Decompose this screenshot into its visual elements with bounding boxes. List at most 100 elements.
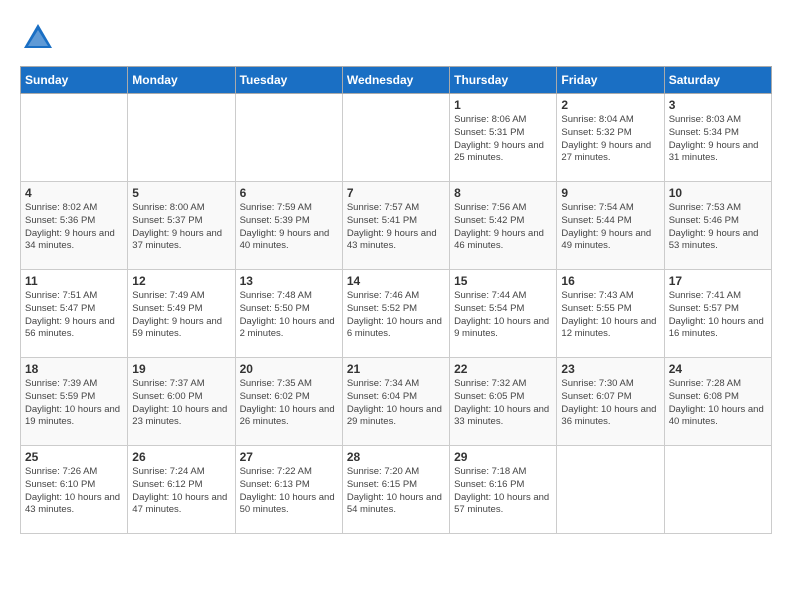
day-info: Sunrise: 7:41 AM Sunset: 5:57 PM Dayligh… bbox=[669, 290, 767, 341]
day-info: Sunrise: 8:02 AM Sunset: 5:36 PM Dayligh… bbox=[25, 202, 123, 253]
calendar-cell: 19 Sunrise: 7:37 AM Sunset: 6:00 PM Dayli… bbox=[128, 358, 235, 446]
calendar-cell: 17 Sunrise: 7:41 AM Sunset: 5:57 PM Dayli… bbox=[664, 270, 771, 358]
header-day: Wednesday bbox=[342, 67, 449, 94]
calendar-header: SundayMondayTuesdayWednesdayThursdayFrid… bbox=[21, 67, 772, 94]
calendar-cell: 28 Sunrise: 7:20 AM Sunset: 6:15 PM Dayli… bbox=[342, 446, 449, 534]
day-number: 27 bbox=[240, 450, 338, 464]
day-info: Sunrise: 8:06 AM Sunset: 5:31 PM Dayligh… bbox=[454, 114, 552, 165]
header-day: Thursday bbox=[450, 67, 557, 94]
day-info: Sunrise: 7:59 AM Sunset: 5:39 PM Dayligh… bbox=[240, 202, 338, 253]
calendar-cell: 13 Sunrise: 7:48 AM Sunset: 5:50 PM Dayli… bbox=[235, 270, 342, 358]
day-number: 4 bbox=[25, 186, 123, 200]
day-info: Sunrise: 7:20 AM Sunset: 6:15 PM Dayligh… bbox=[347, 466, 445, 517]
calendar-cell bbox=[21, 94, 128, 182]
day-info: Sunrise: 7:22 AM Sunset: 6:13 PM Dayligh… bbox=[240, 466, 338, 517]
day-info: Sunrise: 7:57 AM Sunset: 5:41 PM Dayligh… bbox=[347, 202, 445, 253]
day-number: 23 bbox=[561, 362, 659, 376]
day-info: Sunrise: 7:39 AM Sunset: 5:59 PM Dayligh… bbox=[25, 378, 123, 429]
day-number: 25 bbox=[25, 450, 123, 464]
day-info: Sunrise: 7:56 AM Sunset: 5:42 PM Dayligh… bbox=[454, 202, 552, 253]
header-row: SundayMondayTuesdayWednesdayThursdayFrid… bbox=[21, 67, 772, 94]
calendar-cell: 3 Sunrise: 8:03 AM Sunset: 5:34 PM Daylig… bbox=[664, 94, 771, 182]
header bbox=[20, 20, 772, 56]
day-number: 8 bbox=[454, 186, 552, 200]
header-day: Friday bbox=[557, 67, 664, 94]
calendar-cell: 23 Sunrise: 7:30 AM Sunset: 6:07 PM Dayli… bbox=[557, 358, 664, 446]
day-info: Sunrise: 7:48 AM Sunset: 5:50 PM Dayligh… bbox=[240, 290, 338, 341]
header-day: Monday bbox=[128, 67, 235, 94]
calendar-cell: 26 Sunrise: 7:24 AM Sunset: 6:12 PM Dayli… bbox=[128, 446, 235, 534]
calendar-cell: 8 Sunrise: 7:56 AM Sunset: 5:42 PM Daylig… bbox=[450, 182, 557, 270]
day-number: 22 bbox=[454, 362, 552, 376]
week-row: 1 Sunrise: 8:06 AM Sunset: 5:31 PM Daylig… bbox=[21, 94, 772, 182]
week-row: 25Sunrise: 7:26 AM Sunset: 6:10 PM Dayli… bbox=[21, 446, 772, 534]
day-number: 10 bbox=[669, 186, 767, 200]
calendar-cell bbox=[664, 446, 771, 534]
day-number: 19 bbox=[132, 362, 230, 376]
calendar-cell: 10 Sunrise: 7:53 AM Sunset: 5:46 PM Dayli… bbox=[664, 182, 771, 270]
calendar-cell: 20 Sunrise: 7:35 AM Sunset: 6:02 PM Dayli… bbox=[235, 358, 342, 446]
day-info: Sunrise: 7:34 AM Sunset: 6:04 PM Dayligh… bbox=[347, 378, 445, 429]
calendar-cell: 12 Sunrise: 7:49 AM Sunset: 5:49 PM Dayli… bbox=[128, 270, 235, 358]
day-number: 28 bbox=[347, 450, 445, 464]
day-number: 9 bbox=[561, 186, 659, 200]
day-info: Sunrise: 7:30 AM Sunset: 6:07 PM Dayligh… bbox=[561, 378, 659, 429]
day-number: 21 bbox=[347, 362, 445, 376]
calendar-cell bbox=[557, 446, 664, 534]
calendar-cell: 11 Sunrise: 7:51 AM Sunset: 5:47 PM Dayli… bbox=[21, 270, 128, 358]
calendar-cell: 2Sunrise: 8:04 AM Sunset: 5:32 PM Daylig… bbox=[557, 94, 664, 182]
logo-icon bbox=[20, 20, 56, 56]
calendar-body: 1 Sunrise: 8:06 AM Sunset: 5:31 PM Daylig… bbox=[21, 94, 772, 534]
calendar-cell: 6 Sunrise: 7:59 AM Sunset: 5:39 PM Daylig… bbox=[235, 182, 342, 270]
calendar-cell: 21 Sunrise: 7:34 AM Sunset: 6:04 PM Dayli… bbox=[342, 358, 449, 446]
day-number: 20 bbox=[240, 362, 338, 376]
calendar-cell: 22Sunrise: 7:32 AM Sunset: 6:05 PM Dayli… bbox=[450, 358, 557, 446]
day-number: 26 bbox=[132, 450, 230, 464]
calendar-cell: 15 Sunrise: 7:44 AM Sunset: 5:54 PM Dayli… bbox=[450, 270, 557, 358]
day-info: Sunrise: 7:53 AM Sunset: 5:46 PM Dayligh… bbox=[669, 202, 767, 253]
day-number: 12 bbox=[132, 274, 230, 288]
day-number: 2 bbox=[561, 98, 659, 112]
day-number: 3 bbox=[669, 98, 767, 112]
day-info: Sunrise: 7:18 AM Sunset: 6:16 PM Dayligh… bbox=[454, 466, 552, 517]
day-number: 17 bbox=[669, 274, 767, 288]
day-info: Sunrise: 7:37 AM Sunset: 6:00 PM Dayligh… bbox=[132, 378, 230, 429]
calendar-cell bbox=[128, 94, 235, 182]
day-info: Sunrise: 7:24 AM Sunset: 6:12 PM Dayligh… bbox=[132, 466, 230, 517]
calendar-cell: 9 Sunrise: 7:54 AM Sunset: 5:44 PM Daylig… bbox=[557, 182, 664, 270]
week-row: 11 Sunrise: 7:51 AM Sunset: 5:47 PM Dayli… bbox=[21, 270, 772, 358]
day-info: Sunrise: 7:51 AM Sunset: 5:47 PM Dayligh… bbox=[25, 290, 123, 341]
calendar-cell: 16Sunrise: 7:43 AM Sunset: 5:55 PM Dayli… bbox=[557, 270, 664, 358]
calendar-cell: 24Sunrise: 7:28 AM Sunset: 6:08 PM Dayli… bbox=[664, 358, 771, 446]
header-day: Saturday bbox=[664, 67, 771, 94]
day-number: 18 bbox=[25, 362, 123, 376]
day-number: 24 bbox=[669, 362, 767, 376]
day-number: 29 bbox=[454, 450, 552, 464]
calendar-cell bbox=[235, 94, 342, 182]
day-number: 11 bbox=[25, 274, 123, 288]
day-info: Sunrise: 7:43 AM Sunset: 5:55 PM Dayligh… bbox=[561, 290, 659, 341]
day-number: 5 bbox=[132, 186, 230, 200]
calendar-cell: 27 Sunrise: 7:22 AM Sunset: 6:13 PM Dayli… bbox=[235, 446, 342, 534]
header-day: Sunday bbox=[21, 67, 128, 94]
calendar-cell: 7Sunrise: 7:57 AM Sunset: 5:41 PM Daylig… bbox=[342, 182, 449, 270]
week-row: 18 Sunrise: 7:39 AM Sunset: 5:59 PM Dayli… bbox=[21, 358, 772, 446]
day-info: Sunrise: 7:49 AM Sunset: 5:49 PM Dayligh… bbox=[132, 290, 230, 341]
day-info: Sunrise: 7:54 AM Sunset: 5:44 PM Dayligh… bbox=[561, 202, 659, 253]
calendar-cell: 25Sunrise: 7:26 AM Sunset: 6:10 PM Dayli… bbox=[21, 446, 128, 534]
day-number: 6 bbox=[240, 186, 338, 200]
day-number: 13 bbox=[240, 274, 338, 288]
day-number: 15 bbox=[454, 274, 552, 288]
calendar-cell: 14Sunrise: 7:46 AM Sunset: 5:52 PM Dayli… bbox=[342, 270, 449, 358]
calendar-cell: 1 Sunrise: 8:06 AM Sunset: 5:31 PM Daylig… bbox=[450, 94, 557, 182]
day-info: Sunrise: 8:00 AM Sunset: 5:37 PM Dayligh… bbox=[132, 202, 230, 253]
calendar-cell: 29 Sunrise: 7:18 AM Sunset: 6:16 PM Dayli… bbox=[450, 446, 557, 534]
calendar-cell: 18 Sunrise: 7:39 AM Sunset: 5:59 PM Dayli… bbox=[21, 358, 128, 446]
calendar-cell: 5 Sunrise: 8:00 AM Sunset: 5:37 PM Daylig… bbox=[128, 182, 235, 270]
day-info: Sunrise: 7:44 AM Sunset: 5:54 PM Dayligh… bbox=[454, 290, 552, 341]
day-info: Sunrise: 7:46 AM Sunset: 5:52 PM Dayligh… bbox=[347, 290, 445, 341]
logo bbox=[20, 20, 60, 56]
day-info: Sunrise: 7:35 AM Sunset: 6:02 PM Dayligh… bbox=[240, 378, 338, 429]
day-number: 1 bbox=[454, 98, 552, 112]
day-info: Sunrise: 8:03 AM Sunset: 5:34 PM Dayligh… bbox=[669, 114, 767, 165]
